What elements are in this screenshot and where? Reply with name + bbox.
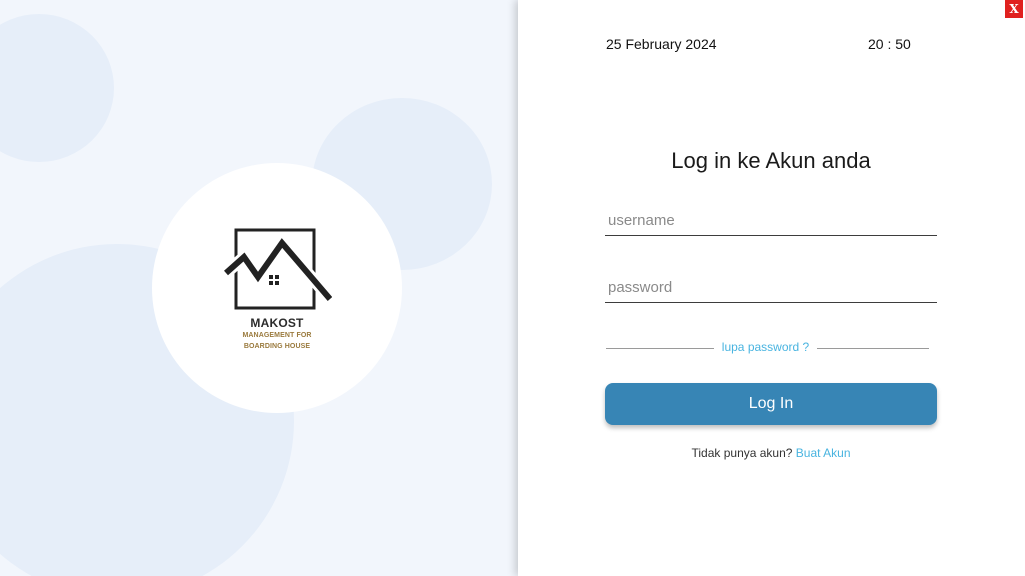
branding-panel: MAKOST MANAGEMENT FOR BOARDING HOUSE [0, 0, 518, 576]
username-input[interactable] [605, 206, 937, 236]
house-roof-logo-icon [224, 228, 332, 310]
close-icon[interactable]: X [1005, 0, 1023, 18]
divider [817, 348, 929, 349]
divider [606, 348, 714, 349]
login-button[interactable]: Log In [605, 383, 937, 425]
forgot-password-link[interactable]: lupa password ? [718, 340, 813, 354]
current-time: 20 : 50 [868, 36, 911, 52]
login-panel: 25 February 2024 20 : 50 Log in ke Akun … [518, 0, 1025, 576]
no-account-text: Tidak punya akun? [691, 446, 793, 460]
brand-name: MAKOST [250, 316, 304, 330]
logo-badge: MAKOST MANAGEMENT FOR BOARDING HOUSE [152, 163, 402, 413]
signup-prompt: Tidak punya akun? Buat Akun [605, 446, 937, 460]
forgot-password-row: lupa password ? [606, 340, 929, 356]
create-account-link[interactable]: Buat Akun [796, 446, 851, 460]
password-input[interactable] [605, 273, 937, 303]
brand-tagline-line2: BOARDING HOUSE [243, 343, 311, 350]
brand-tagline-line1: MANAGEMENT FOR [242, 332, 312, 339]
current-date: 25 February 2024 [606, 36, 717, 52]
decorative-bubble [0, 14, 114, 162]
login-title: Log in ke Akun anda [671, 148, 871, 173]
